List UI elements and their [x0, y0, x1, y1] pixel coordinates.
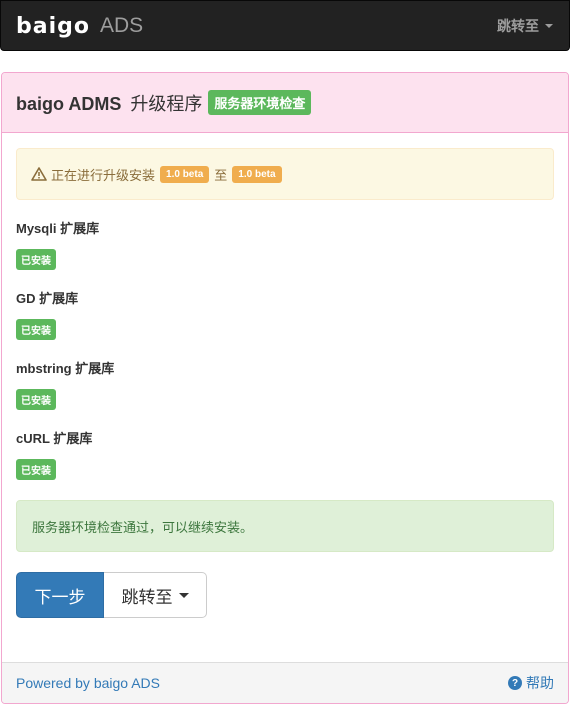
from-version-badge: 1.0 beta [160, 165, 210, 183]
extension-name: cURL 扩展库 [16, 431, 93, 446]
nav-jump-label: 跳转至 [497, 18, 539, 34]
upgrade-alert: 正在进行升级安装 1.0 beta 至 1.0 beta [16, 148, 554, 200]
next-step-button[interactable]: 下一步 [16, 572, 104, 618]
extension-item: cURL 扩展库 已安装 [16, 428, 554, 480]
to-version-badge: 1.0 beta [232, 165, 282, 183]
jump-to-label: 跳转至 [121, 587, 173, 607]
success-alert: 服务器环境检查通过，可以继续安装。 [16, 500, 554, 552]
installed-badge: 已安装 [16, 249, 56, 270]
panel-footer: Powered by baigo ADS ? 帮助 [2, 662, 568, 703]
help-link[interactable]: ? 帮助 [508, 673, 554, 693]
help-label: 帮助 [526, 675, 554, 691]
baigo-logo: baigo [16, 13, 90, 39]
caret-down-icon [545, 24, 553, 28]
step-badge: 服务器环境检查 [208, 90, 312, 115]
nav-jump-dropdown[interactable]: 跳转至 [497, 16, 553, 36]
jump-to-dropdown-button[interactable]: 跳转至 [104, 572, 207, 618]
action-button-group: 下一步 跳转至 [16, 572, 554, 618]
warning-icon [31, 167, 47, 181]
brand[interactable]: baigo ADS [16, 11, 143, 41]
extension-item: Mysqli 扩展库 已安装 [16, 218, 554, 270]
top-navbar: baigo ADS 跳转至 [0, 0, 570, 51]
upgrade-alert-to: 至 [214, 167, 228, 183]
caret-down-icon [178, 592, 189, 598]
installed-badge: 已安装 [16, 459, 56, 480]
extension-name: Mysqli 扩展库 [16, 221, 100, 236]
panel-body: 正在进行升级安装 1.0 beta 至 1.0 beta Mysqli 扩展库 … [2, 133, 568, 633]
extension-name: mbstring 扩展库 [16, 361, 115, 376]
page-title-main: baigo ADMS [16, 93, 122, 114]
powered-by-link[interactable]: Powered by baigo ADS [16, 675, 160, 691]
installed-badge: 已安装 [16, 319, 56, 340]
installed-badge: 已安装 [16, 389, 56, 410]
extension-item: GD 扩展库 已安装 [16, 288, 554, 340]
upgrade-panel: baigo ADMS 升级程序 服务器环境检查 正在进行升级安装 1.0 bet… [1, 72, 569, 704]
brand-suffix: ADS [100, 14, 144, 37]
extension-item: mbstring 扩展库 已安装 [16, 358, 554, 410]
panel-heading: baigo ADMS 升级程序 服务器环境检查 [2, 73, 568, 133]
extension-name: GD 扩展库 [16, 291, 79, 306]
page-title: baigo ADMS 升级程序 [16, 90, 202, 116]
upgrade-alert-text: 正在进行升级安装 [51, 167, 156, 183]
question-circle-icon: ? [508, 676, 522, 690]
page-title-suffix: 升级程序 [130, 93, 203, 114]
